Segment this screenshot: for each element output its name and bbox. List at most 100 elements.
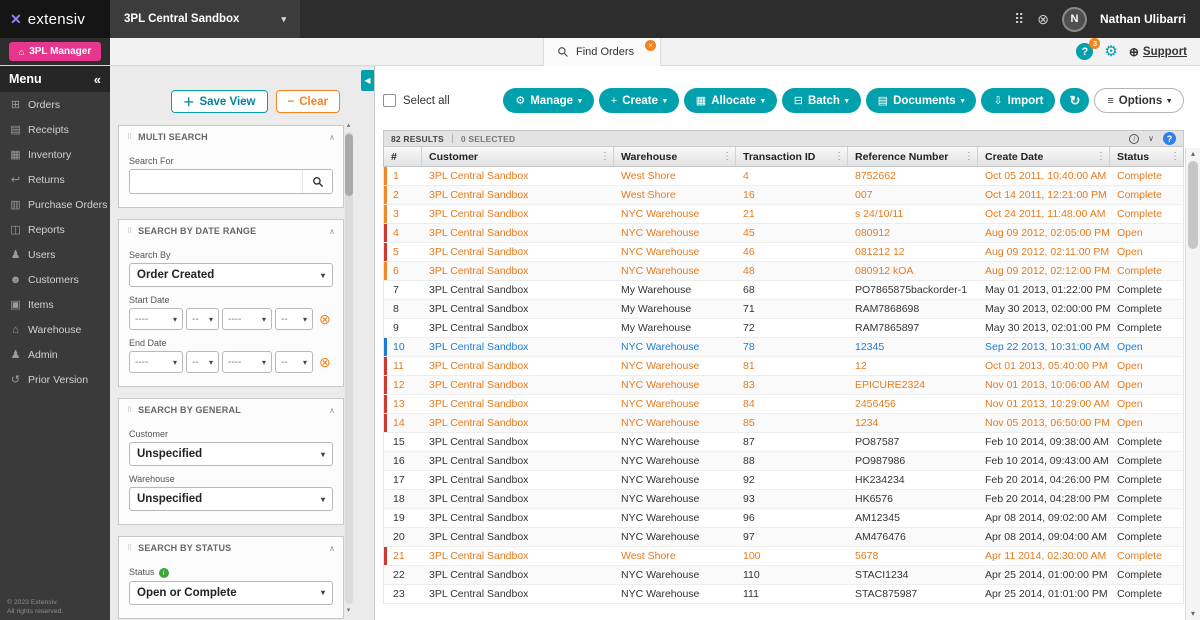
table-row[interactable]: 163PL Central SandboxNYC Warehouse88PO98… [384, 452, 1183, 471]
manage-button[interactable]: ⚙Manage▾ [503, 88, 593, 113]
table-row[interactable]: 153PL Central SandboxNYC Warehouse87PO87… [384, 433, 1183, 452]
chevron-down-icon[interactable]: ∨ [1148, 134, 1154, 143]
table-row[interactable]: 173PL Central SandboxNYC Warehouse92HK23… [384, 471, 1183, 490]
scrollbar-thumb[interactable] [1188, 161, 1198, 249]
warehouse-select[interactable]: Unspecified ▾ [129, 487, 333, 511]
table-row[interactable]: 83PL Central SandboxMy Warehouse71RAM786… [384, 300, 1183, 319]
sidebar-item-returns[interactable]: ↩Returns [0, 167, 110, 192]
sidebar-item-customers[interactable]: ☻Customers [0, 267, 110, 292]
search-by-select[interactable]: Order Created ▾ [129, 263, 333, 287]
scroll-down-icon[interactable]: ▾ [347, 606, 351, 615]
table-row[interactable]: 53PL Central SandboxNYC Warehouse4608121… [384, 243, 1183, 262]
import-button[interactable]: ⇩Import [981, 88, 1055, 113]
scroll-down-icon[interactable]: ▾ [1191, 608, 1195, 620]
chevron-up-icon[interactable]: ∧ [329, 227, 335, 236]
table-row[interactable]: 23PL Central SandboxWest Shore16007Oct 1… [384, 186, 1183, 205]
column-header-transaction-id[interactable]: Transaction ID⋮ [736, 147, 848, 166]
search-submit-button[interactable] [302, 170, 332, 193]
table-row[interactable]: 93PL Central SandboxMy Warehouse72RAM786… [384, 319, 1183, 338]
end-year-select[interactable]: ----▾ [129, 351, 183, 373]
start-time-select[interactable]: --▾ [275, 308, 313, 330]
column-header-status[interactable]: Status⋮ [1110, 147, 1183, 166]
tab-close-icon[interactable]: × [645, 40, 656, 51]
start-month-select[interactable]: --▾ [186, 308, 219, 330]
scroll-up-icon[interactable]: ▴ [347, 121, 351, 130]
table-row[interactable]: 123PL Central SandboxNYC Warehouse83EPIC… [384, 376, 1183, 395]
documents-button[interactable]: ▤Documents▾ [866, 88, 977, 113]
clear-button[interactable]: − Clear [276, 90, 341, 113]
circle-x-icon[interactable]: ⊗ [1037, 12, 1049, 26]
grid-help-icon[interactable]: ? [1163, 132, 1176, 145]
allocate-button[interactable]: ▦Allocate▾ [684, 88, 777, 113]
drag-handle-icon[interactable]: ⠿ [127, 544, 132, 552]
start-year-select[interactable]: ----▾ [129, 308, 183, 330]
end-day-select[interactable]: ----▾ [222, 351, 272, 373]
table-row[interactable]: 193PL Central SandboxNYC Warehouse96AM12… [384, 509, 1183, 528]
chevron-up-icon[interactable]: ∧ [329, 406, 335, 415]
column-menu-icon[interactable]: ⋮ [722, 151, 732, 162]
avatar[interactable]: N [1062, 7, 1087, 32]
options-button[interactable]: ≡ Options ▾ [1094, 88, 1184, 113]
table-row[interactable]: 223PL Central SandboxNYC Warehouse110STA… [384, 566, 1183, 585]
sidebar-item-purchase-orders[interactable]: ▥Purchase Orders [0, 192, 110, 217]
sidebar-item-receipts[interactable]: ▤Receipts [0, 117, 110, 142]
tab-find-orders[interactable]: Find Orders × [543, 38, 661, 66]
table-row[interactable]: 103PL Central SandboxNYC Warehouse781234… [384, 338, 1183, 357]
end-time-select[interactable]: --▾ [275, 351, 313, 373]
column-header-create-date[interactable]: Create Date⋮ [978, 147, 1110, 166]
table-row[interactable]: 203PL Central SandboxNYC Warehouse97AM47… [384, 528, 1183, 547]
column-header-reference-number[interactable]: Reference Number⋮ [848, 147, 978, 166]
select-all-checkbox[interactable] [383, 94, 396, 107]
sidebar-item-inventory[interactable]: ▦Inventory [0, 142, 110, 167]
column-menu-icon[interactable]: ⋮ [964, 151, 974, 162]
sidebar-item-prior-version[interactable]: ↺Prior Version [0, 367, 110, 392]
clear-date-icon[interactable]: ⊗ [319, 312, 331, 326]
sidebar-collapse-icon[interactable]: « [94, 72, 101, 87]
table-row[interactable]: 213PL Central SandboxWest Shore1005678Ap… [384, 547, 1183, 566]
org-selector[interactable]: 3PL Central Sandbox ▾ [110, 0, 300, 38]
sidebar-item-orders[interactable]: ⊞Orders [0, 92, 110, 117]
sidebar-item-items[interactable]: ▣Items [0, 292, 110, 317]
table-row[interactable]: 63PL Central SandboxNYC Warehouse4808091… [384, 262, 1183, 281]
gear-icon[interactable]: ⚙ [1104, 44, 1117, 59]
sidebar-item-admin[interactable]: ♟Admin [0, 342, 110, 367]
create-button[interactable]: +Create▾ [599, 88, 679, 113]
user-name[interactable]: Nathan Ulibarri [1100, 12, 1186, 26]
table-row[interactable]: 133PL Central SandboxNYC Warehouse842456… [384, 395, 1183, 414]
scrollbar-thumb[interactable] [345, 134, 353, 196]
table-row[interactable]: 183PL Central SandboxNYC Warehouse93HK65… [384, 490, 1183, 509]
customer-select[interactable]: Unspecified ▾ [129, 442, 333, 466]
column-menu-icon[interactable]: ⋮ [1096, 151, 1106, 162]
column-menu-icon[interactable]: ⋮ [834, 151, 844, 162]
table-row[interactable]: 73PL Central SandboxMy Warehouse68PO7865… [384, 281, 1183, 300]
refresh-button[interactable]: ↻ [1060, 88, 1089, 113]
column-header-num[interactable]: # [384, 147, 422, 166]
column-header-warehouse[interactable]: Warehouse⋮ [614, 147, 736, 166]
scroll-up-icon[interactable]: ▴ [1191, 148, 1195, 160]
apps-grid-icon[interactable]: ⠿ [1014, 12, 1024, 26]
table-row[interactable]: 33PL Central SandboxNYC Warehouse21s 24/… [384, 205, 1183, 224]
column-menu-icon[interactable]: ⋮ [1170, 151, 1180, 162]
info-icon[interactable]: i [1129, 134, 1139, 144]
sidebar-item-reports[interactable]: ◫Reports [0, 217, 110, 242]
start-day-select[interactable]: ----▾ [222, 308, 272, 330]
save-view-button[interactable]: ＋ Save View [171, 90, 268, 113]
table-row[interactable]: 43PL Central SandboxNYC Warehouse4508091… [384, 224, 1183, 243]
batch-button[interactable]: ⊟Batch▾ [782, 88, 861, 113]
help-icon[interactable]: ? 3 [1076, 43, 1093, 60]
panel-collapse-icon[interactable]: ◀ [361, 70, 374, 91]
sidebar-item-users[interactable]: ♟Users [0, 242, 110, 267]
chevron-up-icon[interactable]: ∧ [329, 544, 335, 553]
end-month-select[interactable]: --▾ [186, 351, 219, 373]
drag-handle-icon[interactable]: ⠿ [127, 227, 132, 235]
table-row[interactable]: 113PL Central SandboxNYC Warehouse8112Oc… [384, 357, 1183, 376]
support-link[interactable]: ⊕ Support [1129, 45, 1187, 59]
status-select[interactable]: Open or Complete ▾ [129, 581, 333, 605]
table-row[interactable]: 143PL Central SandboxNYC Warehouse851234… [384, 414, 1183, 433]
clear-date-icon[interactable]: ⊗ [319, 355, 331, 369]
column-menu-icon[interactable]: ⋮ [600, 151, 610, 162]
table-row[interactable]: 13PL Central SandboxWest Shore48752662Oc… [384, 167, 1183, 186]
search-input[interactable] [130, 170, 302, 193]
drag-handle-icon[interactable]: ⠿ [127, 406, 132, 414]
chevron-up-icon[interactable]: ∧ [329, 133, 335, 142]
